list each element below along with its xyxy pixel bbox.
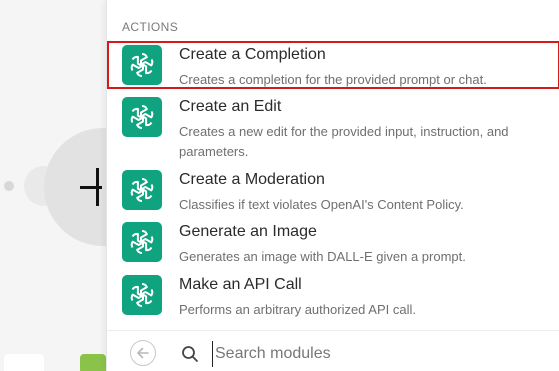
module-search-bar bbox=[107, 330, 559, 371]
action-item-create-moderation[interactable]: Create a Moderation Classifies if text v… bbox=[107, 166, 559, 214]
action-description: Performs an arbitrary authorized API cal… bbox=[179, 302, 416, 317]
openai-icon bbox=[122, 275, 162, 315]
plus-icon-horizontal bbox=[80, 186, 102, 189]
action-item-generate-image[interactable]: Generate an Image Generates an image wit… bbox=[107, 218, 559, 266]
action-title: Create a Moderation bbox=[179, 171, 325, 188]
action-title: Make an API Call bbox=[179, 276, 302, 293]
action-title: Create a Completion bbox=[179, 46, 326, 63]
settings-tile bbox=[80, 354, 106, 371]
action-item-make-api-call[interactable]: Make an API Call Performs an arbitrary a… bbox=[107, 271, 559, 319]
action-item-create-completion[interactable]: Create a Completion Creates a completion… bbox=[107, 41, 559, 89]
module-picker-panel: ACTIONS Create a Completion Creates a co… bbox=[106, 0, 559, 371]
action-title: Generate an Image bbox=[179, 223, 317, 240]
action-description: Creates a completion for the provided pr… bbox=[179, 72, 487, 87]
search-input[interactable] bbox=[212, 341, 545, 367]
arrow-left-icon bbox=[137, 347, 149, 359]
openai-icon bbox=[122, 222, 162, 262]
section-header: ACTIONS bbox=[122, 20, 179, 34]
action-title: Create an Edit bbox=[179, 98, 282, 115]
action-description: Classifies if text violates OpenAI's Con… bbox=[179, 197, 464, 212]
openai-icon bbox=[122, 97, 162, 137]
openai-icon bbox=[122, 170, 162, 210]
back-button[interactable] bbox=[130, 340, 156, 366]
scenario-editor-canvas: ACTIONS Create a Completion Creates a co… bbox=[0, 0, 559, 371]
action-description: Creates a new edit for the provided inpu… bbox=[179, 124, 509, 159]
openai-icon bbox=[122, 45, 162, 85]
action-item-create-edit[interactable]: Create an Edit Creates a new edit for th… bbox=[107, 93, 559, 161]
action-description: Generates an image with DALL-E given a p… bbox=[179, 249, 466, 264]
toolbar-tile bbox=[4, 354, 44, 371]
magnifier-icon bbox=[182, 346, 198, 362]
connector-dot bbox=[4, 181, 14, 191]
